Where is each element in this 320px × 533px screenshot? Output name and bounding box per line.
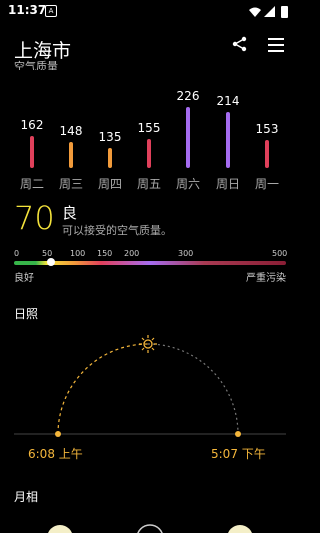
aqi-day-label: 周二 bbox=[19, 177, 44, 191]
sun-arc bbox=[14, 335, 286, 437]
aqi-day-value: 148 bbox=[59, 123, 83, 138]
scale-tick-label: 300 bbox=[178, 249, 194, 258]
menu-icon[interactable] bbox=[268, 38, 284, 56]
scale-tick-label: 150 bbox=[97, 249, 113, 258]
share-icon[interactable] bbox=[231, 35, 249, 57]
current-aqi: 70 bbox=[14, 199, 55, 237]
aqi-day-bar bbox=[265, 139, 269, 168]
scale-bad-label: 严重污染 bbox=[246, 273, 286, 284]
aqi-scale-marker bbox=[47, 258, 55, 266]
notification-icon: A bbox=[45, 5, 57, 17]
moon-phases bbox=[48, 524, 252, 533]
scale-tick-label: 500 bbox=[272, 249, 288, 258]
scale-good-label: 良好 bbox=[14, 273, 34, 284]
moon-section-title: 月相 bbox=[14, 490, 39, 504]
aqi-section-title: 空气质量 bbox=[14, 60, 58, 70]
scale-tick-label: 100 bbox=[70, 249, 86, 258]
aqi-day-value: 226 bbox=[176, 88, 200, 103]
aqi-day-label: 周三 bbox=[58, 177, 83, 191]
aqi-day-value: 214 bbox=[216, 94, 240, 109]
status-bar: 11:37 A bbox=[0, 0, 300, 22]
aqi-day-label: 周五 bbox=[136, 177, 161, 191]
aqi-day-bar bbox=[226, 112, 230, 168]
system-icons bbox=[248, 4, 292, 23]
aqi-day-bar bbox=[69, 141, 73, 168]
scale-tick-label: 50 bbox=[42, 249, 53, 258]
aqi-day-label: 周一 bbox=[254, 177, 279, 191]
aqi-day-value: 155 bbox=[137, 120, 161, 135]
aqi-day-label: 周六 bbox=[175, 177, 200, 191]
sunset-time: 5:07 下午 bbox=[211, 447, 266, 461]
aqi-day-bar bbox=[186, 106, 190, 168]
aqi-day-bar bbox=[108, 147, 112, 168]
sunrise-time: 6:08 上午 bbox=[28, 447, 83, 461]
aqi-day-label: 周日 bbox=[215, 177, 240, 191]
aqi-day-value: 162 bbox=[20, 117, 44, 132]
status-time: 11:37 bbox=[8, 3, 47, 17]
aqi-day-label: 周四 bbox=[97, 177, 122, 191]
signal-icon bbox=[264, 6, 275, 17]
scale-tick-label: 200 bbox=[124, 249, 140, 258]
aqi-description: 可以接受的空气质量。 bbox=[62, 224, 172, 237]
wifi-icon bbox=[249, 7, 261, 17]
aqi-grade: 良 bbox=[62, 204, 78, 222]
scale-tick-label: 0 bbox=[14, 249, 20, 258]
aqi-day-value: 135 bbox=[98, 129, 122, 144]
sun-section-title: 日照 bbox=[14, 307, 39, 321]
aqi-day-value: 153 bbox=[255, 121, 279, 136]
battery-icon bbox=[281, 6, 288, 18]
aqi-day-bar bbox=[30, 135, 34, 168]
aqi-day-bar bbox=[147, 138, 151, 168]
